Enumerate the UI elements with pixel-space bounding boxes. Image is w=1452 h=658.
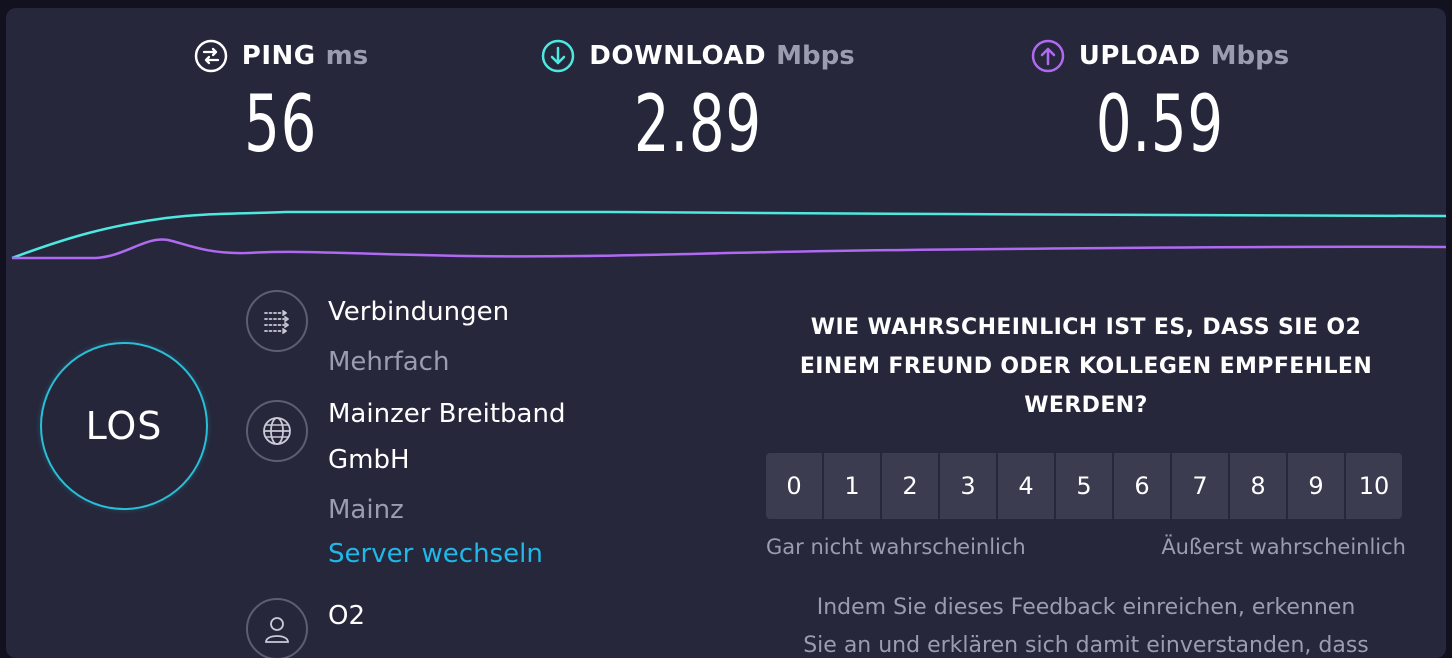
rating-button-4[interactable]: 4	[998, 453, 1054, 519]
download-label: DOWNLOAD	[589, 41, 767, 71]
ping-unit: ms	[325, 41, 369, 71]
server-location: Mainz	[328, 495, 404, 525]
upload-speed-line	[12, 238, 1446, 260]
user-icon	[246, 598, 308, 658]
change-server-link[interactable]: Server wechseln	[328, 532, 565, 576]
download-speed-line	[11, 210, 1446, 260]
ping-label: PING	[241, 41, 316, 71]
rating-legend: Gar nicht wahrscheinlich Äußerst wahrsch…	[766, 535, 1406, 559]
rating-scale: 0 1 2 3 4 5 6 7 8 9 10	[766, 453, 1406, 519]
ping-icon	[194, 39, 228, 73]
download-value: 2.89	[634, 80, 762, 170]
nps-survey: WIE WAHRSCHEINLICH IST ES, DASS SIE O2 E…	[766, 308, 1406, 658]
connections-value: Mehrfach	[328, 347, 450, 377]
survey-question-line1: WIE WAHRSCHEINLICH IST ES, DASS SIE O2	[810, 315, 1362, 340]
disclaimer-line1: Indem Sie dieses Feedback einreichen, er…	[816, 595, 1356, 620]
start-test-button[interactable]: LOS	[40, 342, 208, 510]
upload-unit: Mbps	[1210, 41, 1290, 71]
rating-button-7[interactable]: 7	[1172, 453, 1228, 519]
survey-question-line3: WERDEN?	[1024, 393, 1148, 418]
rating-button-9[interactable]: 9	[1288, 453, 1344, 519]
ping-value: 56	[244, 80, 318, 170]
rating-button-10[interactable]: 10	[1346, 453, 1402, 519]
rating-button-3[interactable]: 3	[940, 453, 996, 519]
speed-graph	[11, 210, 1446, 260]
rating-button-1[interactable]: 1	[824, 453, 880, 519]
download-arrow-icon	[542, 39, 575, 73]
provider-info: O2	[246, 598, 365, 658]
rating-button-8[interactable]: 8	[1230, 453, 1286, 519]
disclaimer-line2: Sie an und erklären sich damit einversta…	[803, 633, 1369, 658]
provider-name: O2	[328, 601, 366, 631]
start-test-label: LOS	[85, 404, 163, 448]
download-unit: Mbps	[776, 41, 855, 71]
upload-value: 0.59	[1096, 80, 1224, 170]
rating-low-label: Gar nicht wahrscheinlich	[766, 535, 1026, 559]
connections-title: Verbindungen	[328, 297, 510, 327]
rating-button-5[interactable]: 5	[1056, 453, 1112, 519]
upload-label: UPLOAD	[1078, 41, 1201, 71]
server-name-line1: Mainzer Breitband	[328, 399, 566, 429]
survey-question-line2: EINEM FREUND ODER KOLLEGEN EMPFEHLEN	[799, 354, 1373, 379]
upload-metric: UPLOAD Mbps 0.59	[1022, 39, 1298, 170]
server-name-line2: GmbH	[328, 445, 410, 475]
server-info: Mainzer Breitband GmbH Mainz Server wech…	[246, 399, 565, 576]
download-metric: DOWNLOAD Mbps 2.89	[528, 39, 868, 170]
survey-question: WIE WAHRSCHEINLICH IST ES, DASS SIE O2 E…	[766, 308, 1406, 425]
multiple-connections-icon	[246, 290, 308, 352]
rating-button-2[interactable]: 2	[882, 453, 938, 519]
ping-metric: PING ms 56	[186, 39, 376, 170]
connections-info: Verbindungen Mehrfach	[246, 290, 509, 384]
upload-arrow-icon	[1031, 39, 1064, 73]
survey-disclaimer: Indem Sie dieses Feedback einreichen, er…	[766, 589, 1406, 658]
rating-button-0[interactable]: 0	[766, 453, 822, 519]
globe-icon	[246, 400, 308, 462]
rating-high-label: Äußerst wahrscheinlich	[1161, 535, 1406, 559]
rating-button-6[interactable]: 6	[1114, 453, 1170, 519]
speedtest-panel: PING ms 56 DOWNLOAD Mbps 2.89 UPLOAD Mbp…	[6, 8, 1446, 658]
